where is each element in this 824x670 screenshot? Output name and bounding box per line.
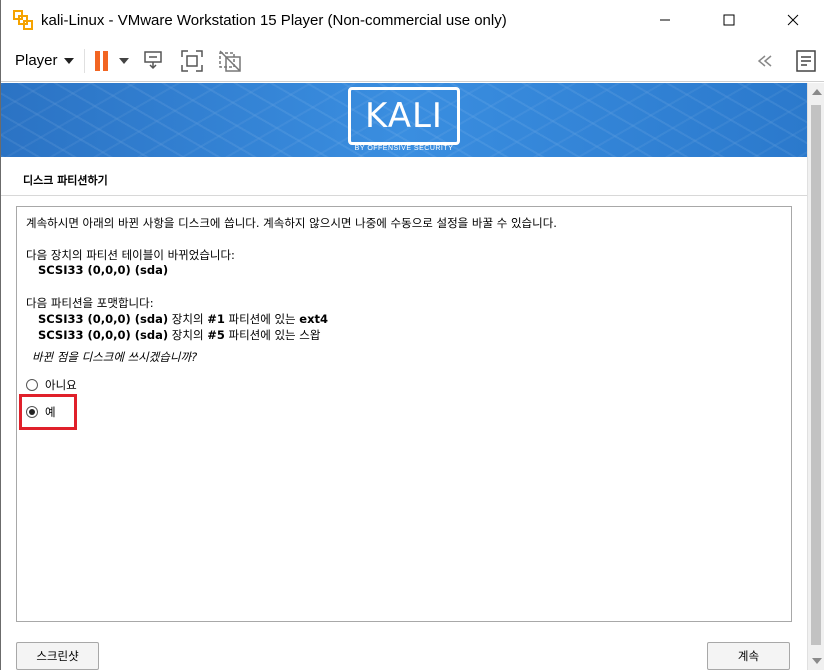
table-change-label: 다음 장치의 파티션 테이블이 바뀌었습니다:	[26, 248, 235, 262]
section-divider	[1, 195, 807, 196]
continue-button[interactable]: 계속	[707, 642, 790, 670]
minimize-button[interactable]	[633, 0, 697, 40]
format-item-number: #5	[207, 328, 225, 342]
radio-dot	[29, 409, 35, 415]
send-ctrl-alt-del-icon[interactable]	[141, 48, 167, 74]
chevron-down-icon	[63, 57, 74, 64]
maximize-button[interactable]	[697, 0, 761, 40]
close-button[interactable]	[761, 0, 824, 40]
radio-button-selected[interactable]	[26, 406, 38, 418]
format-item-device: SCSI33 (0,0,0) (sda)	[38, 328, 169, 342]
radio-button[interactable]	[26, 379, 38, 391]
intro-text: 계속하시면 아래의 바뀐 사항을 디스크에 씁니다. 계속하지 않으시면 나중에…	[26, 216, 557, 230]
pause-dropdown-icon[interactable]	[118, 57, 129, 64]
radio-option-yes[interactable]: 예	[26, 404, 56, 420]
screenshot-button[interactable]: 스크린샷	[16, 642, 99, 670]
title-bar: kali-Linux - VMware Workstation 15 Playe…	[1, 0, 824, 40]
maximize-icon	[723, 14, 735, 26]
vmware-window: kali-Linux - VMware Workstation 15 Playe…	[0, 0, 824, 670]
toolbar-divider	[83, 48, 85, 73]
vm-display[interactable]: KALI BY OFFENSIVE SECURITY 디스크 파티션하기 계속하…	[1, 83, 807, 670]
format-item-text: 장치의	[168, 312, 208, 326]
format-item-fs: ext4	[299, 312, 328, 326]
format-item-text: 파티션에 있는	[224, 312, 300, 326]
library-notes-icon[interactable]	[793, 48, 819, 74]
format-label: 다음 파티션을 포맷합니다:	[26, 296, 154, 310]
unity-mode-icon[interactable]	[217, 48, 243, 74]
collapse-toolbar-icon[interactable]	[753, 48, 779, 74]
toolbar-right	[753, 40, 824, 82]
section-title: 디스크 파티션하기	[23, 174, 108, 187]
pause-icon	[94, 50, 100, 71]
radio-label: 예	[45, 405, 56, 419]
installer-content-panel: 계속하시면 아래의 바뀐 사항을 디스크에 씁니다. 계속하지 않으시면 나중에…	[16, 206, 792, 622]
window-controls	[633, 0, 824, 40]
player-menu-button[interactable]: Player	[15, 52, 74, 69]
minimize-icon	[660, 19, 670, 21]
window-title: kali-Linux - VMware Workstation 15 Playe…	[41, 11, 507, 29]
pause-button[interactable]	[94, 50, 129, 71]
format-item-text: 파티션에 있는	[224, 328, 300, 342]
format-item-text: 장치의	[168, 328, 208, 342]
kali-logo: KALI	[348, 87, 460, 145]
kali-logo-subtext: BY OFFENSIVE SECURITY	[354, 145, 454, 152]
fullscreen-icon[interactable]	[179, 48, 205, 74]
kali-banner: KALI BY OFFENSIVE SECURITY	[1, 83, 807, 157]
vm-scrollbar[interactable]	[807, 83, 824, 670]
radio-label: 아니요	[45, 378, 77, 392]
format-item-device: SCSI33 (0,0,0) (sda)	[38, 312, 169, 326]
player-toolbar: Player	[1, 40, 824, 82]
scroll-up-icon[interactable]	[812, 89, 822, 95]
format-item: SCSI33 (0,0,0) (sda) 장치의 #5 파티션에 있는 스왑	[38, 327, 320, 343]
radio-option-no[interactable]: 아니요	[26, 377, 77, 393]
scroll-thumb[interactable]	[811, 105, 821, 645]
write-changes-question: 바뀐 점을 디스크에 쓰시겠습니까?	[32, 350, 198, 364]
close-icon	[787, 14, 799, 26]
player-menu-label: Player	[15, 52, 58, 69]
format-item: SCSI33 (0,0,0) (sda) 장치의 #1 파티션에 있는 ext4	[38, 311, 328, 327]
format-item-number: #1	[207, 312, 225, 326]
kali-logo-text: KALI	[365, 96, 443, 136]
vmware-app-icon	[13, 10, 33, 30]
table-device: SCSI33 (0,0,0) (sda)	[38, 263, 169, 277]
pause-icon-bar	[102, 50, 108, 71]
scroll-down-icon[interactable]	[812, 658, 822, 664]
format-item-fs: 스왑	[299, 328, 321, 342]
